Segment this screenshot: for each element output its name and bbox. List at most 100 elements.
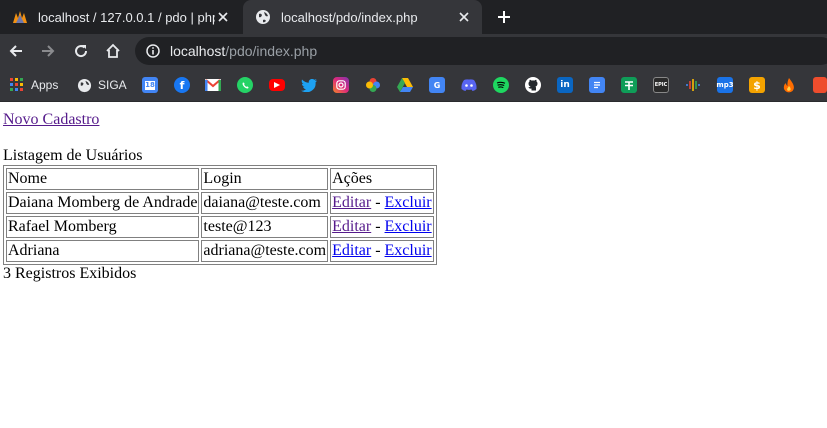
github-icon <box>525 77 541 93</box>
instagram-icon <box>333 77 349 93</box>
bookmarks-bar: Apps SIGA 18 f G in EPIC mp3 $ <box>0 68 827 102</box>
table-row: Daiana Momberg de Andrade daiana@teste.c… <box>6 192 434 214</box>
address-host: localhost <box>170 43 226 59</box>
cell-actions: Editar - Excluir <box>330 216 434 238</box>
browser-toolbar: localhost/pdo/index.php <box>0 34 827 68</box>
youtube-icon <box>269 79 285 91</box>
linkedin-icon: in <box>557 77 573 93</box>
bookmark-mp3[interactable]: mp3 <box>716 77 734 93</box>
users-table: Nome Login Ações Daiana Momberg de Andra… <box>3 165 437 265</box>
bookmark-siga[interactable]: SIGA <box>76 77 127 93</box>
cell-name: Rafael Momberg <box>6 216 200 238</box>
edit-link[interactable]: Editar <box>332 194 371 211</box>
bookmark-linkedin[interactable]: in <box>557 77 573 93</box>
cell-actions: Editar - Excluir <box>330 192 434 214</box>
bookmark-github[interactable] <box>525 77 541 93</box>
bookmark-instagram[interactable] <box>333 77 349 93</box>
address-bar[interactable]: localhost/pdo/index.php <box>135 37 827 65</box>
cell-name: Daiana Momberg de Andrade <box>6 192 200 214</box>
bookmark-whatsapp[interactable] <box>237 77 253 93</box>
browser-chrome: localhost / 127.0.0.1 / pdo | phpMyAdmin… <box>0 0 827 102</box>
bookmark-apps[interactable]: Apps <box>9 77 58 93</box>
cell-login: teste@123 <box>201 216 329 238</box>
cell-login: daiana@teste.com <box>201 192 329 214</box>
bookmark-drive[interactable] <box>397 77 413 93</box>
home-icon[interactable] <box>101 39 125 63</box>
bookmark-calendar[interactable]: 18 <box>142 77 158 93</box>
spotify-icon <box>493 77 509 93</box>
docs-icon <box>589 77 605 93</box>
bookmark-gmail[interactable] <box>205 77 221 93</box>
bookmark-shopping[interactable] <box>813 77 827 93</box>
close-icon[interactable] <box>456 9 472 25</box>
header-actions: Ações <box>330 168 434 190</box>
new-registration-link[interactable]: Novo Cadastro <box>3 111 99 129</box>
bookmark-facebook[interactable]: f <box>174 77 190 93</box>
bookmark-sheets[interactable] <box>621 77 637 93</box>
twitter-icon <box>301 77 317 93</box>
tab-phpmyadmin[interactable]: localhost / 127.0.0.1 / pdo | phpMyAdmin <box>0 0 241 34</box>
sheets-icon <box>621 77 637 93</box>
translate-icon: G <box>429 77 445 93</box>
apps-grid-icon <box>9 77 25 93</box>
table-row: Rafael Momberg teste@123 Editar - Exclui… <box>6 216 434 238</box>
mp3-icon: mp3 <box>716 77 734 93</box>
forward-arrow-icon[interactable] <box>36 39 60 63</box>
bookmark-youtube[interactable] <box>269 77 285 93</box>
shopping-bag-icon <box>813 77 827 93</box>
bookmark-epic-games[interactable]: EPIC <box>653 77 669 93</box>
podcasts-icon <box>685 77 701 93</box>
table-header-row: Nome Login Ações <box>6 168 434 190</box>
delete-link[interactable]: Excluir <box>385 218 432 235</box>
list-title: Listagem de Usuários <box>3 147 143 164</box>
bookmark-flame[interactable] <box>781 77 797 93</box>
address-path: /pdo/index.php <box>225 43 318 59</box>
tab-title: localhost / 127.0.0.1 / pdo | phpMyAdmin <box>38 9 215 25</box>
bookmark-podcasts[interactable] <box>685 77 701 93</box>
facebook-icon: f <box>174 77 190 93</box>
cell-login: adriana@teste.com <box>201 240 329 262</box>
table-row: Adriana adriana@teste.com Editar - Exclu… <box>6 240 434 262</box>
back-arrow-icon[interactable] <box>4 39 28 63</box>
calendar-icon: 18 <box>142 77 158 93</box>
calendar-badge: 18 <box>145 80 155 90</box>
action-separator: - <box>371 218 385 235</box>
header-login: Login <box>201 168 329 190</box>
discord-icon <box>461 77 477 93</box>
info-icon[interactable] <box>145 43 161 59</box>
dollar-icon: $ <box>749 77 765 93</box>
delete-link[interactable]: Excluir <box>385 194 432 211</box>
globe-icon <box>76 77 92 93</box>
bookmark-translate[interactable]: G <box>429 77 445 93</box>
tab-index-php[interactable]: localhost/pdo/index.php <box>243 0 482 34</box>
delete-link[interactable]: Excluir <box>385 242 432 259</box>
bookmark-dollar[interactable]: $ <box>749 77 765 93</box>
gmail-icon <box>205 77 221 93</box>
drive-icon <box>397 77 413 93</box>
bookmark-photos[interactable] <box>365 77 381 93</box>
tab-strip: localhost / 127.0.0.1 / pdo | phpMyAdmin… <box>0 0 827 34</box>
close-icon[interactable] <box>215 9 231 25</box>
whatsapp-icon <box>237 77 253 93</box>
header-name: Nome <box>6 168 200 190</box>
reload-icon[interactable] <box>69 39 93 63</box>
edit-link[interactable]: Editar <box>332 218 371 235</box>
bookmark-twitter[interactable] <box>301 77 317 93</box>
bookmark-label: Apps <box>31 78 59 92</box>
epic-games-icon: EPIC <box>653 77 669 93</box>
photos-icon <box>365 77 381 93</box>
bookmark-docs[interactable] <box>589 77 605 93</box>
page-content: Novo Cadastro Listagem de Usuários Nome … <box>3 111 437 283</box>
cell-actions: Editar - Excluir <box>330 240 434 262</box>
action-separator: - <box>371 194 385 211</box>
cell-name: Adriana <box>6 240 200 262</box>
bookmark-spotify[interactable] <box>493 77 509 93</box>
tab-title: localhost/pdo/index.php <box>281 9 418 25</box>
bookmark-discord[interactable] <box>461 77 477 93</box>
action-separator: - <box>371 242 385 259</box>
edit-link[interactable]: Editar <box>332 242 371 259</box>
records-count: 3 Registros Exibidos <box>3 265 137 282</box>
new-tab-plus-icon[interactable] <box>494 7 514 27</box>
flame-icon <box>781 77 797 93</box>
phpmyadmin-icon <box>12 9 28 25</box>
